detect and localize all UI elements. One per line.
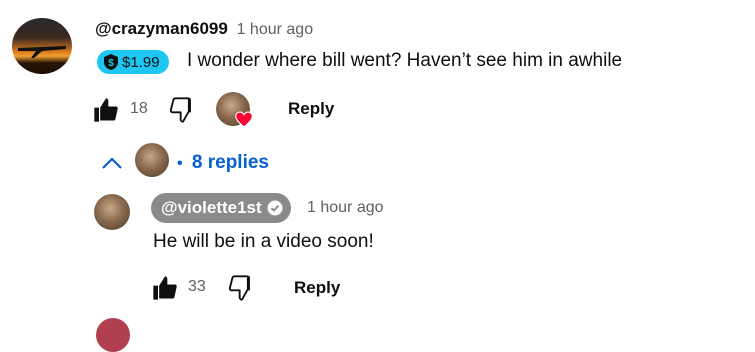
svg-text:$: $ [108,58,114,69]
verified-check-icon [267,200,283,216]
comment-author[interactable]: @crazyman6099 [95,19,228,38]
reply-text: He will be in a video soon! [153,231,374,252]
creator-heart-icon [235,111,253,128]
reply-time[interactable]: 1 hour ago [307,199,384,217]
like-count: 18 [130,100,148,117]
replies-separator: • [177,155,183,172]
comment-time[interactable]: 1 hour ago [237,21,314,38]
reply-like-count: 33 [188,278,206,295]
donation-amount: $1.99 [122,53,160,71]
reply-like-button[interactable] [151,274,179,302]
like-icon [153,276,177,300]
replies-count[interactable]: 8 replies [192,152,269,173]
reply-reply-button[interactable]: Reply [294,278,340,298]
dislike-icon [228,275,250,301]
commenter-avatar[interactable] [12,18,72,74]
reply-author-pill[interactable]: @violette1st [151,193,291,223]
like-icon [94,98,118,122]
donation-badge: $ $1.99 [97,50,169,74]
comment-text: I wonder where bill went? Haven’t see hi… [187,50,623,71]
comment-header: @crazyman6099 1 hour ago [95,19,313,39]
like-button[interactable] [92,96,120,124]
replies-toggle[interactable]: • 8 replies [177,152,269,174]
airplane-silhouette-icon [18,46,66,58]
reply-avatar[interactable] [94,194,130,230]
donation-shield-icon: $ [103,53,119,71]
reply-author: @violette1st [161,198,262,217]
dislike-icon [169,97,191,123]
reply-button[interactable]: Reply [288,99,334,119]
reply-dislike-button[interactable] [228,274,256,302]
chevron-up-icon[interactable] [101,156,123,170]
dislike-button[interactable] [169,96,197,124]
replies-avatar [135,143,169,177]
next-reply-avatar [96,318,130,352]
